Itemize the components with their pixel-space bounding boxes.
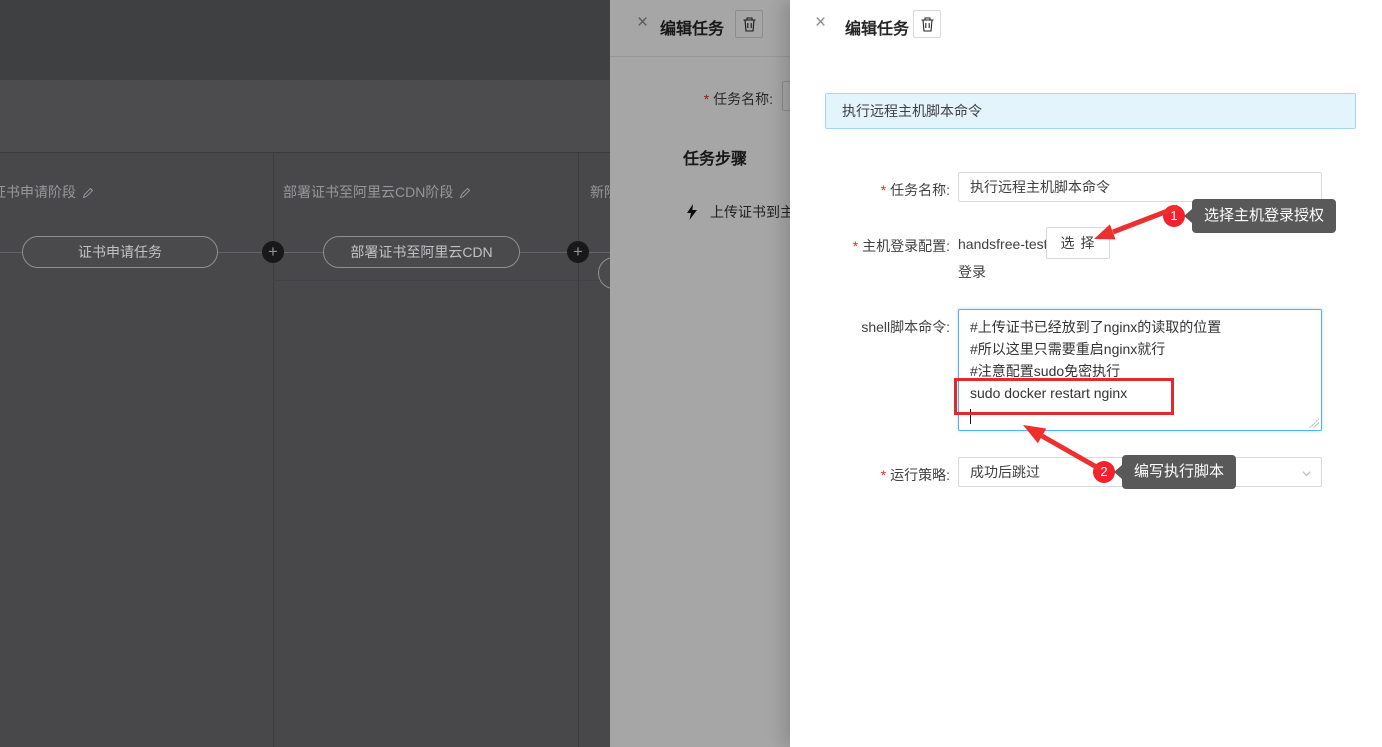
stage-title-label: 证书申请阶段 <box>0 182 76 202</box>
pipeline-toolbar <box>0 80 610 153</box>
edit-pencil-icon[interactable] <box>82 186 95 199</box>
app-header-bar <box>0 0 610 80</box>
task-name-input[interactable]: 上 <box>782 81 790 111</box>
grid-line <box>273 280 610 281</box>
task-step-label: 上传证书到主 <box>710 202 790 222</box>
script-line: #注意配置sudo免密执行 <box>970 360 1310 382</box>
workflow-canvas: 证书申请阶段 部署证书至阿里云CDN阶段 新阶段 证书申请任务 + 部署证书至阿… <box>0 0 610 747</box>
script-line: #所以这里只需要重启nginx就行 <box>970 338 1310 360</box>
task-step-item[interactable]: 上传证书到主 <box>686 202 790 222</box>
drawer-mask <box>610 0 790 747</box>
close-icon[interactable]: × <box>637 13 648 33</box>
annotation-tooltip-2: 编写执行脚本 <box>1122 455 1236 489</box>
task-steps-heading: 任务步骤 <box>683 145 747 169</box>
script-line: sudo docker restart nginx <box>970 382 1310 404</box>
stage-title-cert-apply: 证书申请阶段 <box>0 182 95 202</box>
task-type-alert: 执行远程主机脚本命令 <box>825 93 1356 129</box>
edit-task-drawer-front: × 编辑任务 执行远程主机脚本命令 任务名称: 执行远程主机脚本命令 主机登录配… <box>790 0 1382 747</box>
divider <box>610 56 790 57</box>
trash-icon <box>921 17 934 32</box>
task-name-label: 任务名称: <box>792 180 950 200</box>
tooltip-arrow <box>1184 209 1192 223</box>
task-pill-label: 证书申请任务 <box>78 242 162 262</box>
drawer-title: 编辑任务 <box>660 15 724 39</box>
run-policy-label: 运行策略: <box>792 465 950 485</box>
trash-icon <box>743 17 756 32</box>
stage-title-label: 部署证书至阿里云CDN阶段 <box>283 182 453 202</box>
page-root: 证书申请阶段 部署证书至阿里云CDN阶段 新阶段 证书申请任务 + 部署证书至阿… <box>0 0 1382 747</box>
script-caret-line <box>970 404 1310 426</box>
run-policy-value: 成功后跳过 <box>970 464 1040 480</box>
host-login-value-line2: 登录 <box>958 262 986 282</box>
delete-task-button[interactable] <box>913 10 941 38</box>
stage-title-deploy-cdn: 部署证书至阿里云CDN阶段 <box>283 182 472 202</box>
task-pill-clipped[interactable] <box>598 257 610 289</box>
select-host-button[interactable]: 选 择 <box>1046 227 1110 259</box>
edit-pencil-icon[interactable] <box>459 186 472 199</box>
chevron-down-icon <box>1302 469 1311 478</box>
shell-script-label: shell脚本命令: <box>792 317 950 337</box>
drawer-header: × 编辑任务 <box>790 0 1382 56</box>
script-line: #上传证书已经放到了nginx的读取的位置 <box>970 316 1310 338</box>
drawer-header: × 编辑任务 <box>610 0 790 56</box>
task-name-input[interactable]: 执行远程主机脚本命令 <box>958 172 1322 202</box>
host-login-label: 主机登录配置: <box>792 236 950 256</box>
tooltip-arrow <box>1114 465 1122 479</box>
plus-icon: + <box>268 242 278 261</box>
add-task-button[interactable]: + <box>567 241 589 263</box>
add-task-button[interactable]: + <box>262 241 284 263</box>
delete-task-button[interactable] <box>735 10 763 38</box>
annotation-badge-1: 1 <box>1163 205 1185 227</box>
resize-handle-icon[interactable] <box>1309 418 1319 428</box>
alert-text: 执行远程主机脚本命令 <box>842 101 982 121</box>
annotation-badge-2: 2 <box>1093 461 1115 483</box>
host-login-value: handsfree-test <box>958 236 1048 252</box>
task-pill-cert-apply[interactable]: 证书申请任务 <box>22 236 218 268</box>
edit-task-drawer-back: × 编辑任务 任务名称: 上 任务步骤 上传证书到主 <box>610 0 790 747</box>
annotation-tooltip-1: 选择主机登录授权 <box>1192 199 1336 233</box>
task-pill-deploy-cdn[interactable]: 部署证书至阿里云CDN <box>323 236 520 268</box>
lightning-icon <box>686 204 698 220</box>
task-pill-label: 部署证书至阿里云CDN <box>350 242 492 262</box>
close-icon[interactable]: × <box>815 13 826 33</box>
plus-icon: + <box>573 242 583 261</box>
stage-title-new: 新阶段 <box>590 182 610 202</box>
shell-script-textarea[interactable]: #上传证书已经放到了nginx的读取的位置 #所以这里只需要重启nginx就行 … <box>958 309 1322 431</box>
task-name-label: 任务名称: <box>610 89 773 109</box>
stage-title-label: 新阶段 <box>590 182 610 202</box>
text-cursor <box>970 409 971 424</box>
drawer-title: 编辑任务 <box>845 15 909 39</box>
